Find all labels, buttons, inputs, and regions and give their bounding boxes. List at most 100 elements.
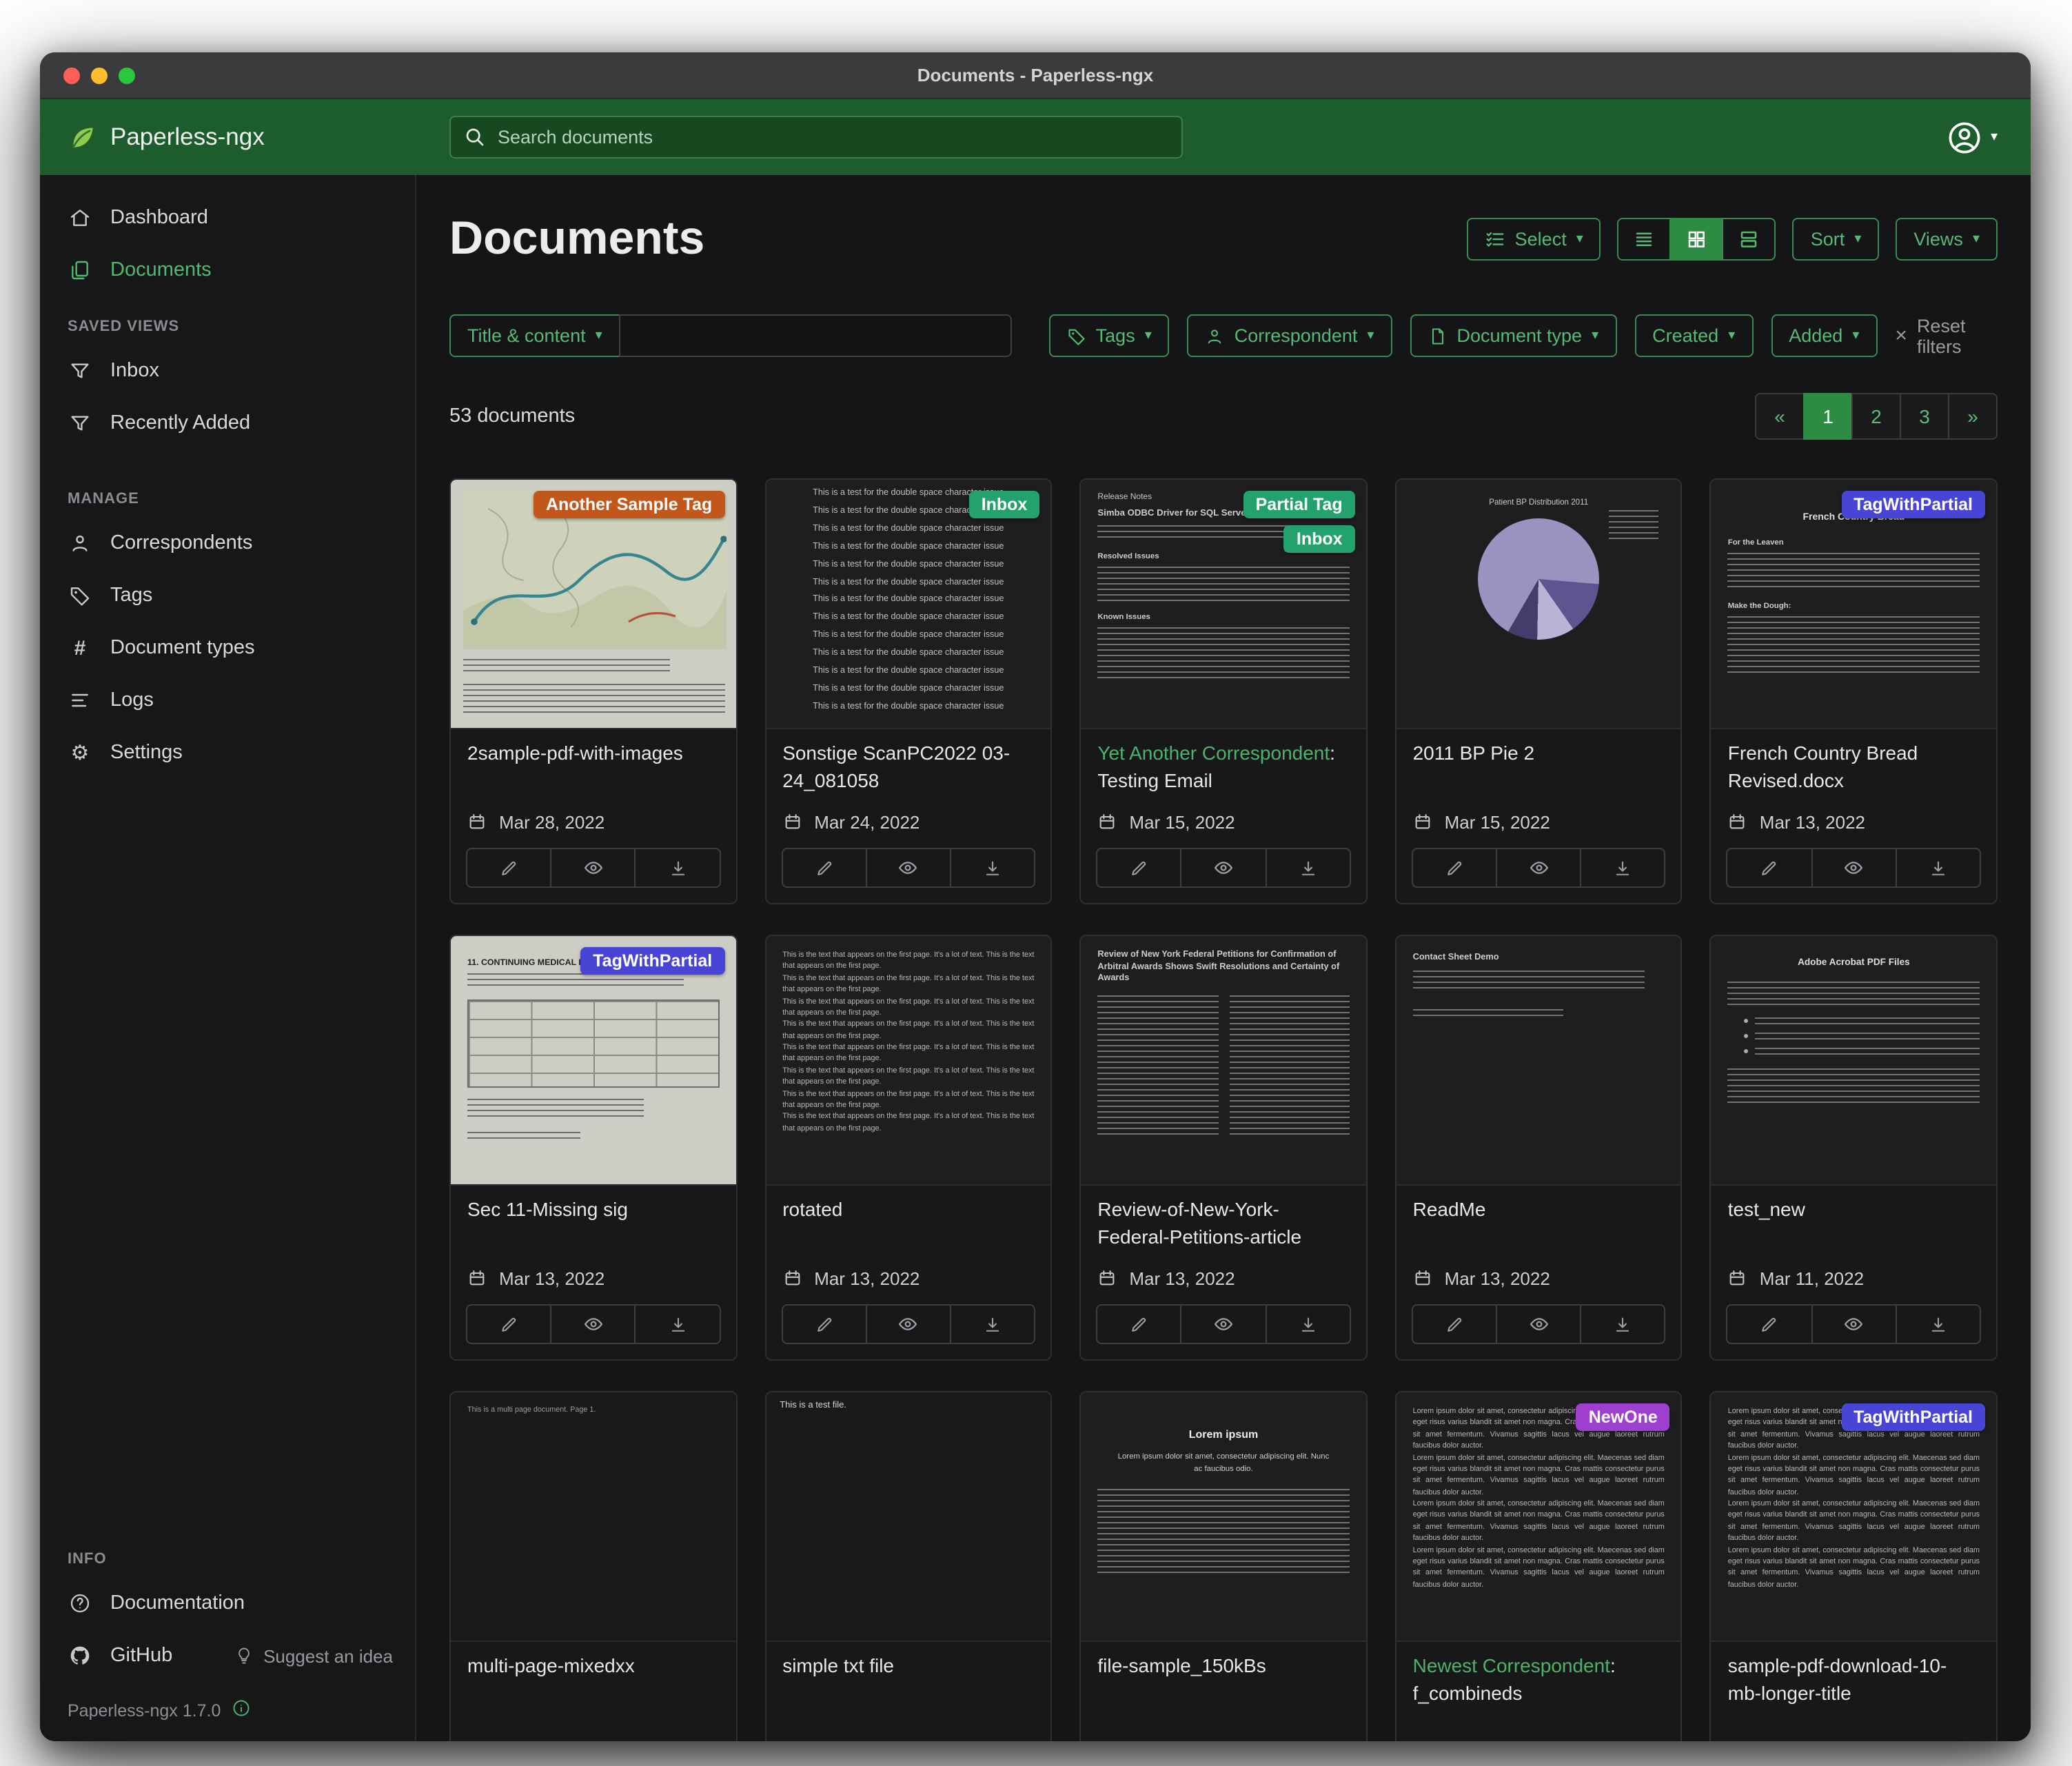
correspondent-link[interactable]: Newest Correspondent	[1413, 1654, 1610, 1676]
document-title[interactable]: Review-of-New-York-Federal-Petitions-art…	[1097, 1198, 1301, 1247]
reset-filters-button[interactable]: × Reset filters	[1895, 315, 1998, 356]
document-title[interactable]: French Country Bread Revised.docx	[1728, 742, 1918, 791]
sidebar-item-recently-added[interactable]: Recently Added	[40, 397, 415, 449]
download-button[interactable]	[1580, 1306, 1664, 1343]
view-grid-button[interactable]	[1670, 218, 1724, 261]
document-thumbnail[interactable]: This is a multi page document. Page 1.	[451, 1392, 735, 1642]
sidebar-item-dashboard[interactable]: Dashboard	[40, 192, 415, 244]
download-button[interactable]	[1896, 849, 1980, 886]
document-thumbnail[interactable]: Inbox This is a test for the double spac…	[766, 480, 1050, 729]
title-content-filter-button[interactable]: Title & content ▾	[449, 314, 620, 357]
preview-button[interactable]	[866, 1306, 950, 1343]
document-thumbnail[interactable]: TagWithPartial Lorem ipsum dolor sit ame…	[1712, 1392, 1996, 1642]
download-button[interactable]	[1265, 849, 1349, 886]
tag-chip[interactable]: Partial Tag	[1243, 491, 1355, 518]
preview-button[interactable]	[550, 849, 634, 886]
close-window-button[interactable]	[63, 68, 80, 84]
sidebar-item-github[interactable]: GitHub	[40, 1630, 192, 1682]
edit-button[interactable]	[1097, 849, 1180, 886]
created-filter-button[interactable]: Created ▾	[1634, 314, 1753, 357]
download-button[interactable]	[635, 849, 719, 886]
download-button[interactable]	[1265, 1306, 1349, 1343]
sidebar-item-documents[interactable]: Documents	[40, 244, 415, 296]
edit-button[interactable]	[1413, 1306, 1496, 1343]
document-thumbnail[interactable]: This is a test file.	[766, 1392, 1050, 1642]
download-button[interactable]	[1896, 1306, 1980, 1343]
sidebar-item-tags[interactable]: Tags	[40, 569, 415, 622]
pagination-prev[interactable]: «	[1755, 393, 1805, 440]
added-filter-button[interactable]: Added ▾	[1771, 314, 1877, 357]
document-title[interactable]: rotated	[782, 1198, 842, 1220]
tag-chip[interactable]: TagWithPartial	[1841, 491, 1985, 518]
info-icon[interactable]	[232, 1698, 251, 1722]
download-button[interactable]	[635, 1306, 719, 1343]
preview-button[interactable]	[1496, 1306, 1580, 1343]
minimize-window-button[interactable]	[91, 68, 108, 84]
tag-chip[interactable]: NewOne	[1576, 1403, 1670, 1431]
download-button[interactable]	[950, 1306, 1034, 1343]
pagination-page-3[interactable]: 3	[1900, 393, 1949, 440]
tag-chip[interactable]: TagWithPartial	[580, 947, 724, 975]
tag-chip[interactable]: Inbox	[1284, 525, 1355, 553]
title-content-filter-input[interactable]	[619, 314, 1012, 357]
document-thumbnail[interactable]: This is the text that appears on the fir…	[766, 936, 1050, 1186]
zoom-window-button[interactable]	[119, 68, 135, 84]
document-title[interactable]: 2011 BP Pie 2	[1413, 742, 1534, 764]
tag-chip[interactable]: Another Sample Tag	[534, 491, 724, 518]
document-title[interactable]: 2sample-pdf-with-images	[467, 742, 683, 764]
preview-button[interactable]	[1496, 849, 1580, 886]
preview-button[interactable]	[1811, 1306, 1895, 1343]
document-title[interactable]: Sec 11-Missing sig	[467, 1198, 628, 1220]
views-button[interactable]: Views ▾	[1896, 218, 1998, 261]
tag-chip[interactable]: TagWithPartial	[1841, 1403, 1985, 1431]
edit-button[interactable]	[467, 1306, 550, 1343]
document-title[interactable]: file-sample_150kBs	[1097, 1654, 1266, 1676]
tag-chip[interactable]: Inbox	[969, 491, 1040, 518]
document-thumbnail[interactable]: Adobe Acrobat PDF Files	[1712, 936, 1996, 1186]
preview-button[interactable]	[1811, 849, 1895, 886]
document-type-filter-button[interactable]: Document type ▾	[1410, 314, 1616, 357]
edit-button[interactable]	[782, 849, 865, 886]
preview-button[interactable]	[1181, 1306, 1265, 1343]
user-menu[interactable]: ▾	[1947, 119, 1998, 155]
view-list-button[interactable]	[1618, 218, 1672, 261]
pagination-next[interactable]: »	[1948, 393, 1998, 440]
document-thumbnail[interactable]: Contact Sheet Demo	[1396, 936, 1681, 1186]
preview-button[interactable]	[1181, 849, 1265, 886]
edit-button[interactable]	[467, 849, 550, 886]
sidebar-item-inbox[interactable]: Inbox	[40, 345, 415, 397]
edit-button[interactable]	[1728, 1306, 1811, 1343]
preview-button[interactable]	[550, 1306, 634, 1343]
edit-button[interactable]	[1413, 849, 1496, 886]
sidebar-item-correspondents[interactable]: Correspondents	[40, 517, 415, 569]
sidebar-item-document-types[interactable]: # Document types	[40, 622, 415, 674]
document-thumbnail[interactable]: NewOne Lorem ipsum dolor sit amet, conse…	[1396, 1392, 1681, 1642]
suggest-idea-link[interactable]: Suggest an idea	[234, 1645, 393, 1666]
document-thumbnail[interactable]: TagWithPartial 11. CONTINUING MEDICAL ED…	[451, 936, 735, 1186]
document-title[interactable]: sample-pdf-download-10-mb-longer-title	[1728, 1654, 1947, 1703]
sidebar-item-documentation[interactable]: Documentation	[40, 1577, 415, 1630]
preview-button[interactable]	[866, 849, 950, 886]
download-button[interactable]	[1580, 849, 1664, 886]
sort-button[interactable]: Sort ▾	[1793, 218, 1880, 261]
download-button[interactable]	[950, 849, 1034, 886]
pagination-page-2[interactable]: 2	[1851, 393, 1901, 440]
select-button[interactable]: Select ▾	[1467, 218, 1601, 261]
document-title[interactable]: Sonstige ScanPC2022 03-24_081058	[782, 742, 1010, 791]
document-title[interactable]: test_new	[1728, 1198, 1805, 1220]
document-thumbnail[interactable]: Patient BP Distribution 2011	[1396, 480, 1681, 729]
edit-button[interactable]	[1728, 849, 1811, 886]
edit-button[interactable]	[1097, 1306, 1180, 1343]
sidebar-item-logs[interactable]: Logs	[40, 674, 415, 727]
edit-button[interactable]	[782, 1306, 865, 1343]
pagination-page-1[interactable]: 1	[1803, 393, 1853, 440]
correspondent-link[interactable]: Yet Another Correspondent	[1097, 742, 1330, 764]
document-thumbnail[interactable]: Partial Tag Inbox Release Notes Simba OD…	[1081, 480, 1365, 729]
brand[interactable]: Paperless-ngx	[68, 122, 422, 152]
document-thumbnail[interactable]: Review of New York Federal Petitions for…	[1081, 936, 1365, 1186]
correspondent-filter-button[interactable]: Correspondent ▾	[1188, 314, 1392, 357]
document-thumbnail[interactable]: Lorem ipsum Lorem ipsum dolor sit amet, …	[1081, 1392, 1365, 1642]
tags-filter-button[interactable]: Tags ▾	[1049, 314, 1170, 357]
search-input[interactable]	[449, 116, 1183, 159]
document-thumbnail[interactable]: TagWithPartial French Country Bread For …	[1712, 480, 1996, 729]
